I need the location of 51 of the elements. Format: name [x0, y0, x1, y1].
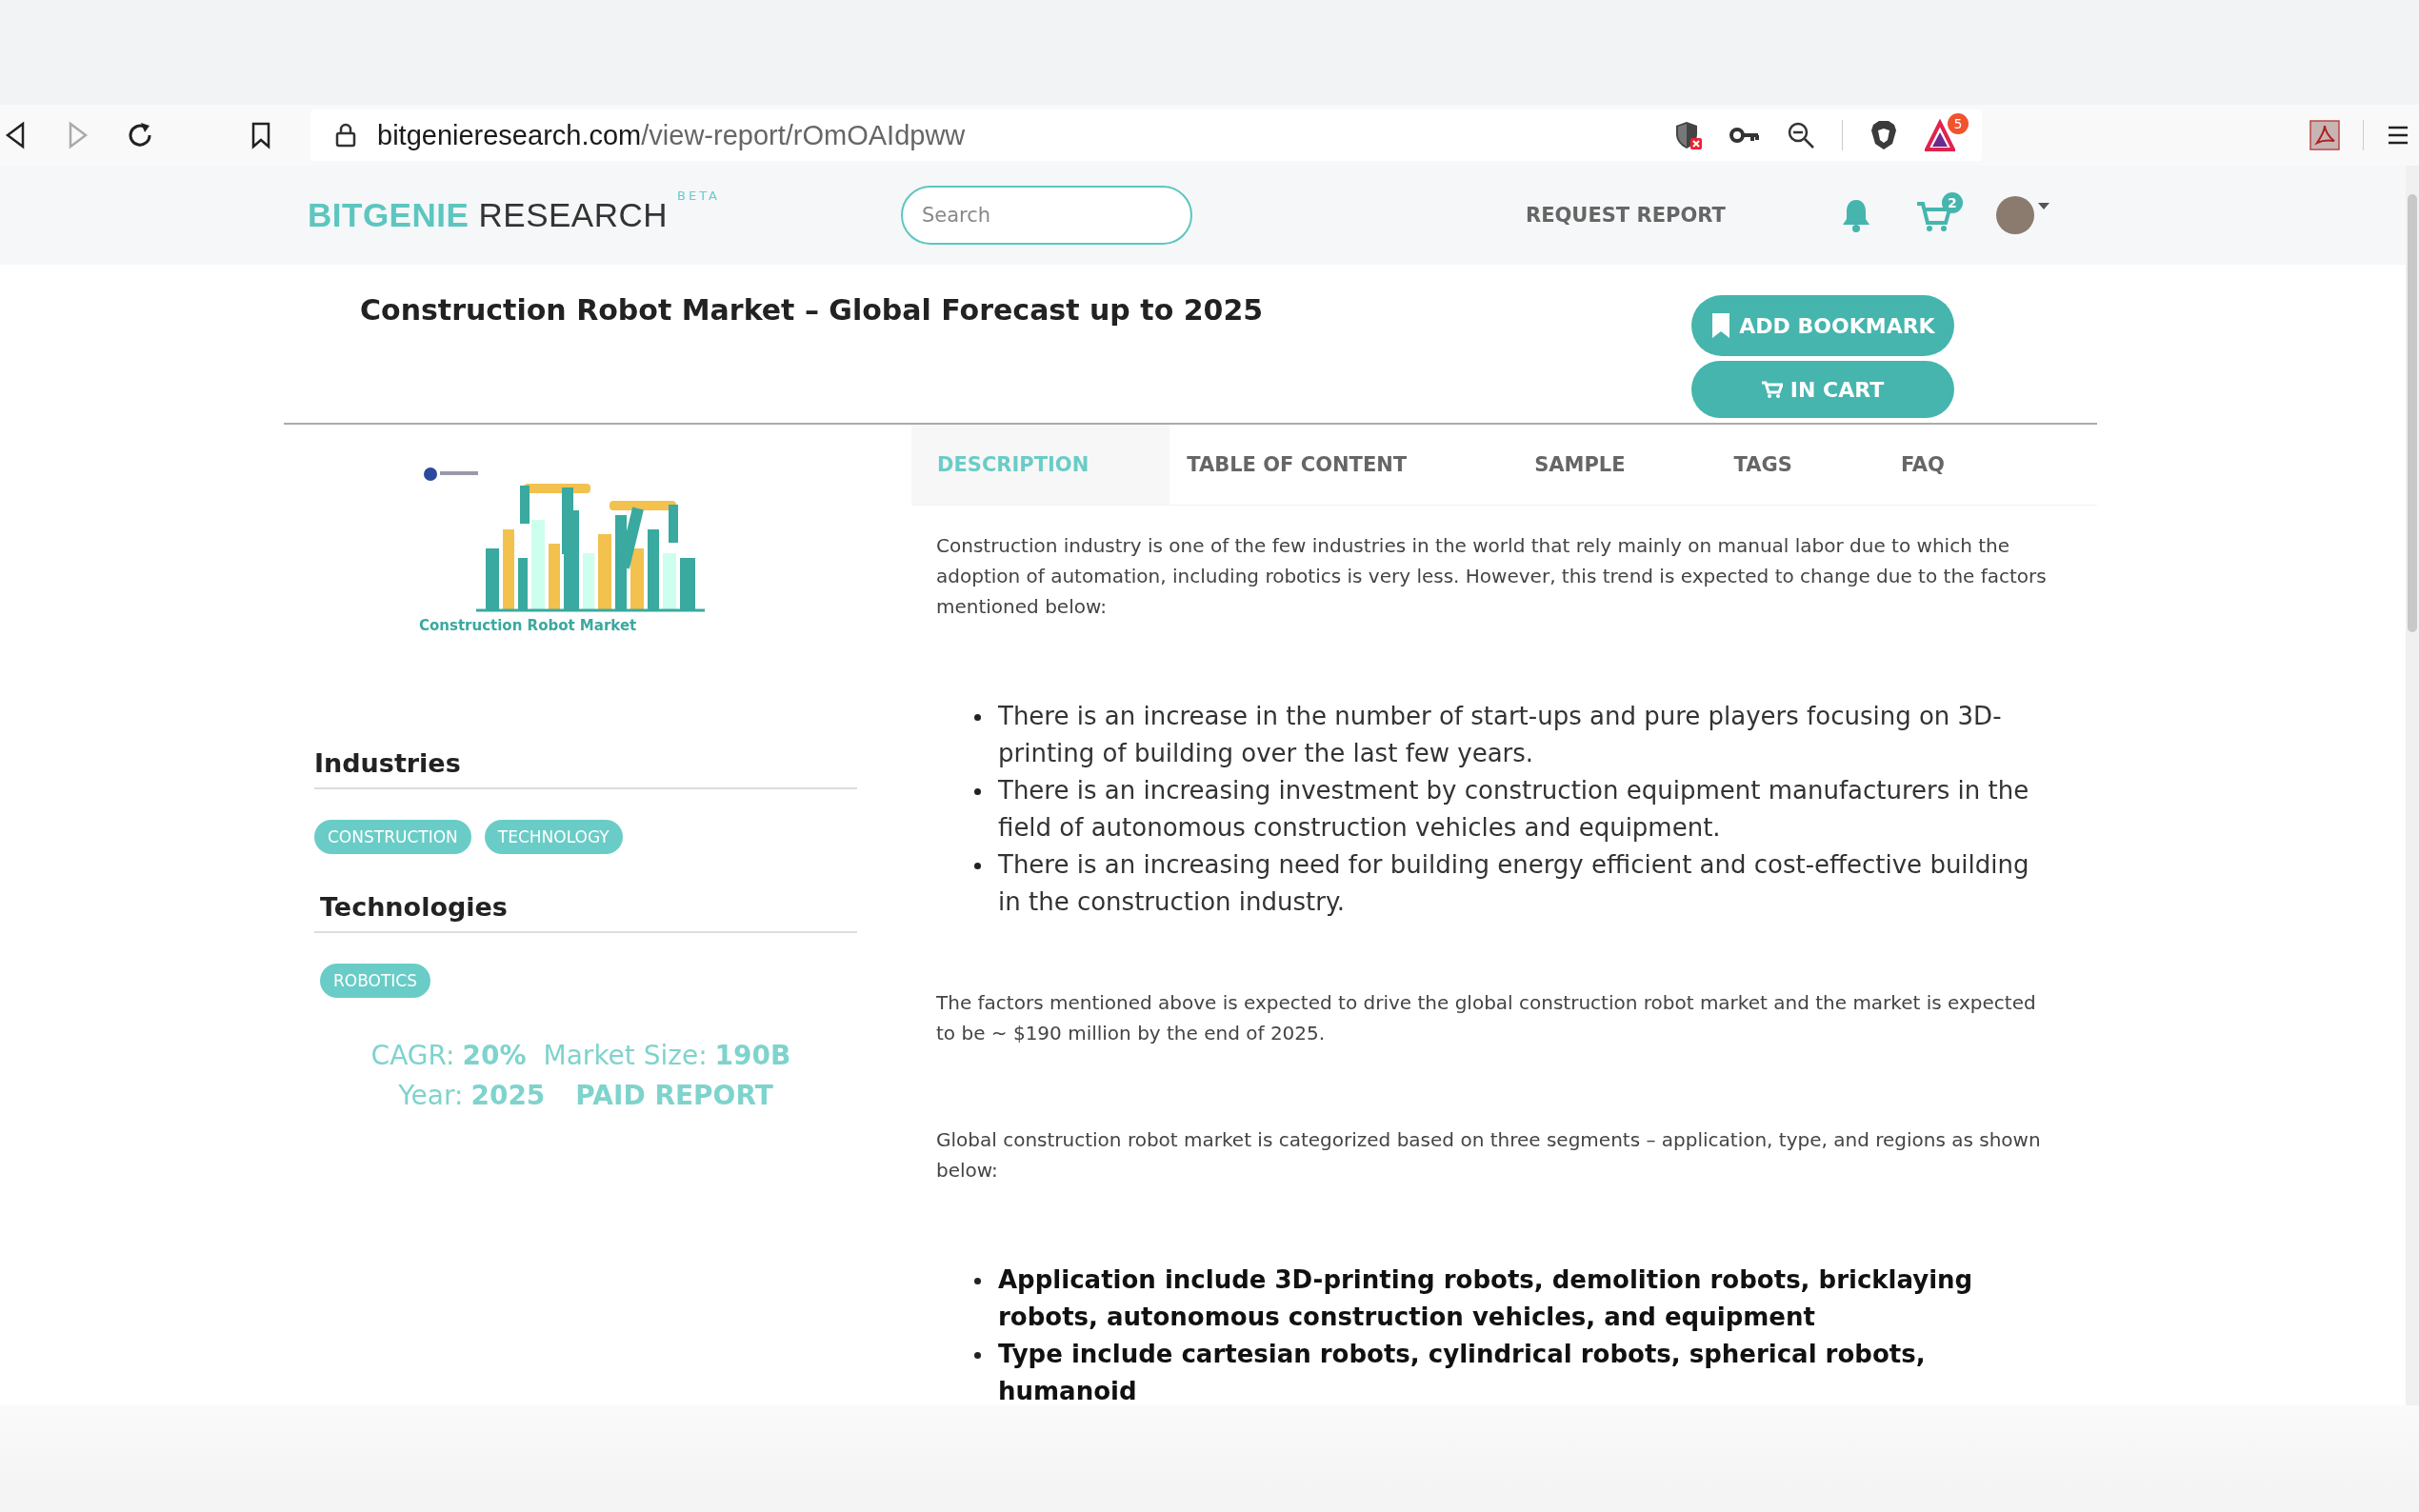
stat-value: 2025 [470, 1079, 546, 1113]
description-paragraph: Construction industry is one of the few industries in the world that rely mainly on manual labor due to which the adoption of automation, including robotics is very less. However, this trend is expected to change due to the factors mentioned below: [936, 533, 2048, 620]
lock-icon [335, 123, 356, 148]
notification-badge: 5 [1948, 113, 1969, 134]
cover-caption: Construction Robot Market [419, 617, 638, 634]
section-heading: Industries [314, 748, 857, 789]
bullet-icon [974, 788, 981, 795]
access-label: PAID REPORT [575, 1079, 773, 1113]
url-text: bitgenieresearch.com/view-report/rOmOAIdpww [377, 119, 967, 151]
bullet-icon [974, 1278, 981, 1284]
zoom-out-icon[interactable] [1787, 121, 1815, 149]
tab[interactable]: TAGS [1708, 425, 1818, 505]
stat-value: 190B [714, 1039, 791, 1073]
bookmark-icon[interactable] [250, 121, 272, 149]
cart-icon [1761, 381, 1783, 398]
scrollbar-thumb[interactable] [2408, 194, 2417, 632]
search-field[interactable]: Search [901, 186, 1192, 245]
logo[interactable]: BITGENIE RESEARCH [308, 196, 668, 234]
list-item-text: There is an increase in the number of start-ups and pure players focusing on 3D-printing of building over the last few years. [998, 701, 2003, 769]
stat-label: CAGR: [370, 1039, 455, 1073]
report-title: Construction Robot Market – Global Forecast up to 2025 [360, 293, 1264, 328]
bullet-icon [974, 714, 981, 721]
triangle-icon[interactable] [1925, 119, 1955, 151]
stat-value: 20% [462, 1039, 527, 1073]
cart-count-badge: 2 [1941, 192, 1963, 213]
list-item-text: There is an increasing need for building energy efficient and cost-effective building in the construction industry. [998, 849, 2030, 918]
avatar[interactable] [1995, 196, 2034, 234]
stat-label: Year: [398, 1079, 464, 1113]
request-report-link[interactable]: REQUEST REPORT [1526, 204, 1726, 227]
bullet-icon [974, 1352, 981, 1359]
key-icon[interactable] [1729, 126, 1760, 145]
lion-shield-icon[interactable] [1869, 119, 1898, 151]
pdf-icon[interactable] [2309, 120, 2340, 150]
tab[interactable]: FAQ [1874, 425, 1970, 505]
list-item-text: There is an increasing investment by construction equipment manufacturers in the field of autonomous construction vehicles and equipment. [998, 775, 2030, 844]
tab[interactable]: TABLE OF CONTENT [1170, 425, 1433, 505]
bullet-icon [974, 863, 981, 869]
bookmark-icon [1710, 312, 1732, 339]
description-paragraph: Global construction robot market is categorized based on three segments – application, type, and regions as shown below: [936, 1127, 2042, 1184]
section-heading: Technologies [314, 892, 857, 933]
stat-label: Market Size: [543, 1039, 708, 1073]
list-item-text: Type include cartesian robots, cylindrical robots, spherical robots, humanoid [998, 1339, 1927, 1407]
shield-blocked-icon[interactable] [1674, 120, 1703, 150]
tab[interactable]: SAMPLE [1509, 425, 1651, 505]
address-bar[interactable]: bitgenieresearch.com/view-report/rOmOAIdpww 5 [310, 109, 1982, 161]
beta-label: BETA [677, 189, 720, 203]
caret-icon[interactable] [2037, 203, 2049, 210]
scrollbar[interactable] [2406, 166, 2419, 1405]
description-paragraph: The factors mentioned above is expected to drive the global construction robot market and the market is expected to be ~ $190 million by the end of 2025. [936, 990, 2037, 1046]
menu-icon[interactable] [2387, 124, 2409, 147]
list-item-text: Application include 3D-printing robots, demolition robots, bricklaying robots, autonomous construction vehicles, and equipment [998, 1264, 1974, 1333]
